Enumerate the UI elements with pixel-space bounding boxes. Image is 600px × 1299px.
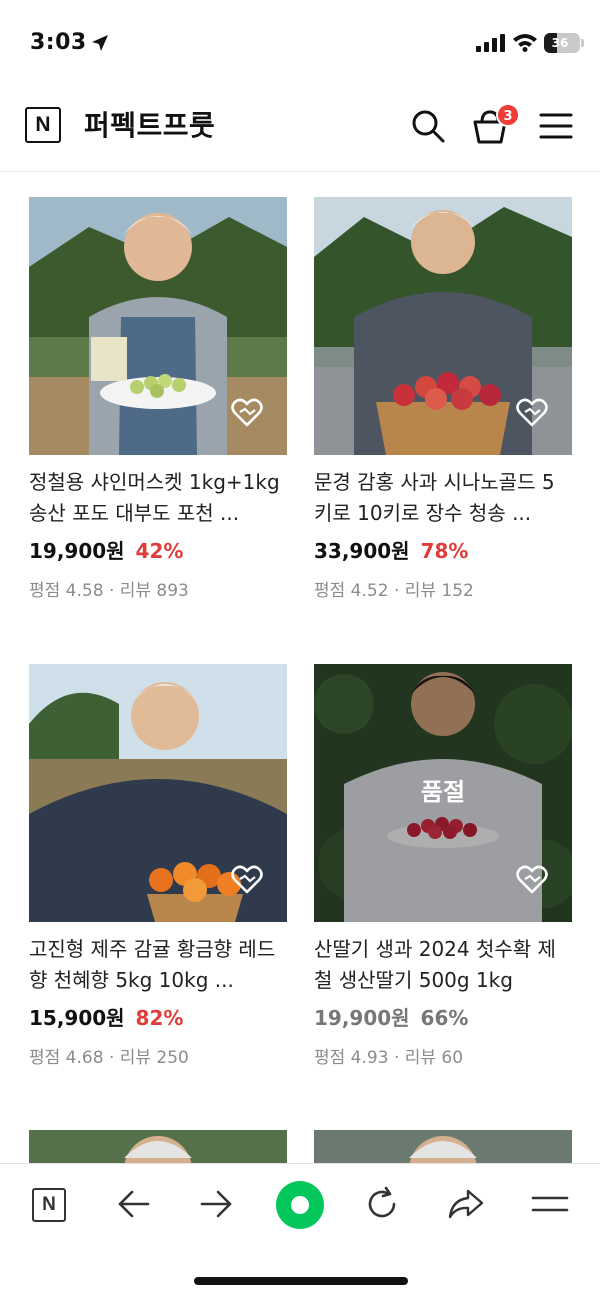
product-card[interactable]: 정철용 샤인머스켓 1kg+1kg 송산 포도 대부도 포천 ... 19,90…	[29, 197, 287, 601]
product-price: 33,900원	[314, 539, 410, 563]
price-row: 19,900원 42%	[29, 535, 287, 564]
product-price: 15,900원	[29, 1006, 125, 1030]
menu-icon[interactable]	[538, 108, 574, 144]
heart-icon[interactable]	[229, 862, 265, 898]
store-header: N 퍼펙트프룻 3	[0, 84, 600, 172]
price-row: 15,900원 82%	[29, 1002, 287, 1031]
home-indicator	[194, 1277, 408, 1285]
share-icon[interactable]	[446, 1184, 486, 1224]
product-image[interactable]	[29, 197, 287, 455]
product-price: 19,900원	[29, 539, 125, 563]
heart-icon[interactable]	[514, 862, 550, 898]
price-row: 33,900원 78%	[314, 535, 572, 564]
battery-percent: 36	[551, 36, 569, 50]
discount-rate: 66%	[420, 1006, 469, 1030]
location-arrow-icon	[92, 35, 108, 51]
product-image[interactable]	[29, 664, 287, 922]
product-title[interactable]: 산딸기 생과 2024 첫수확 제철 생산딸기 500g 1kg	[314, 934, 572, 996]
discount-rate: 42%	[135, 539, 184, 563]
battery-nub	[581, 39, 584, 47]
product-image[interactable]: 품절	[314, 664, 572, 922]
rating-review: 평점 4.93 · 리뷰 60	[314, 1048, 464, 1068]
status-bar: 3:03 36	[0, 0, 600, 84]
search-icon[interactable]	[408, 106, 448, 146]
status-time: 3:03	[30, 30, 87, 55]
forward-arrow-icon[interactable]	[196, 1184, 236, 1224]
battery-icon: 36	[544, 33, 580, 53]
discount-rate: 82%	[135, 1006, 184, 1030]
back-arrow-icon[interactable]	[114, 1184, 154, 1224]
product-card[interactable]: 품절 산딸기 생과 2024 첫수확 제철 생산딸기 500g 1kg 19,9…	[314, 664, 572, 1068]
naver-home-button[interactable]: N	[32, 1188, 66, 1222]
cart-count-badge: 3	[496, 103, 520, 127]
product-title[interactable]: 정철용 샤인머스켓 1kg+1kg 송산 포도 대부도 포천 ...	[29, 467, 287, 529]
product-title[interactable]: 문경 감홍 사과 시나노골드 5키로 10키로 장수 청송 ...	[314, 467, 572, 529]
product-image[interactable]	[314, 197, 572, 455]
store-name[interactable]: 퍼펙트프룻	[84, 104, 215, 144]
heart-icon[interactable]	[514, 395, 550, 431]
wifi-icon	[513, 34, 537, 52]
product-image-partial[interactable]	[29, 1130, 287, 1164]
green-dot-button[interactable]	[276, 1181, 324, 1229]
heart-icon[interactable]	[229, 395, 265, 431]
naver-logo[interactable]: N	[25, 107, 61, 143]
product-image-partial[interactable]	[314, 1130, 572, 1164]
discount-rate: 78%	[420, 539, 469, 563]
price-row: 19,900원 66%	[314, 1002, 572, 1031]
menu-icon[interactable]	[530, 1184, 570, 1224]
product-price: 19,900원	[314, 1006, 410, 1030]
product-title[interactable]: 고진형 제주 감귤 황금향 레드향 천혜향 5kg 10kg ...	[29, 934, 287, 996]
signal-icon	[476, 34, 505, 52]
product-card[interactable]: 고진형 제주 감귤 황금향 레드향 천혜향 5kg 10kg ... 15,90…	[29, 664, 287, 1068]
rating-review: 평점 4.68 · 리뷰 250	[29, 1048, 189, 1068]
browser-toolbar: N	[0, 1163, 600, 1299]
green-dot-inner	[291, 1196, 309, 1214]
rating-review: 평점 4.58 · 리뷰 893	[29, 581, 189, 601]
product-card[interactable]: 문경 감홍 사과 시나노골드 5키로 10키로 장수 청송 ... 33,900…	[314, 197, 572, 601]
rating-review: 평점 4.52 · 리뷰 152	[314, 581, 474, 601]
reload-icon[interactable]	[362, 1184, 402, 1224]
